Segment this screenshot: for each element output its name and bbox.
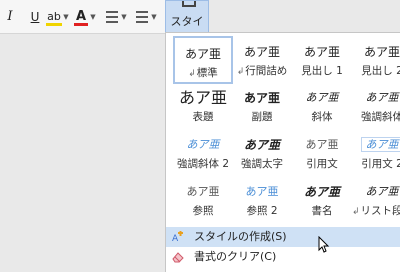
style-name: 参照 2 (246, 205, 278, 217)
font-color-button[interactable]: A (74, 8, 88, 26)
style-sample: あア亜 (243, 45, 280, 59)
style-tile-emphasis-italic[interactable]: あア亜 強調斜体 (352, 82, 400, 130)
bullet-list-icon[interactable] (104, 8, 120, 26)
font-color-dropdown-caret[interactable]: ▼ (90, 8, 96, 26)
style-tile-italic[interactable]: あア亜 斜体 (292, 82, 352, 130)
style-tile-heading-2[interactable]: あア亜 見出し 2 (352, 36, 400, 84)
highlight-button[interactable]: ab (46, 8, 62, 26)
style-sample: あア亜 (303, 185, 340, 199)
style-tile-quote-2[interactable]: あア亜 引用文 2 (352, 129, 400, 177)
style-sample: あア亜 (352, 134, 400, 156)
style-name: 見出し 1 (301, 65, 343, 77)
svg-text:A: A (172, 234, 179, 243)
highlight-color-bar (46, 23, 62, 26)
style-name: 強調斜体 2 (176, 158, 230, 170)
style-name: 引用文 2 (361, 158, 400, 170)
font-color-bar (74, 23, 88, 26)
styles-button[interactable]: スタイル (165, 0, 209, 44)
create-style-label: スタイルの作成(S) (194, 230, 287, 243)
style-tile-normal[interactable]: あア亜 ↲標準 (173, 36, 233, 84)
mouse-cursor-icon (318, 236, 330, 253)
italic-button[interactable]: I (3, 8, 17, 26)
style-name: ↲標準 (188, 67, 218, 79)
style-name: 表題 (192, 111, 214, 123)
font-color-icon: A (75, 9, 87, 24)
style-sample: あア亜 (365, 185, 399, 198)
style-sample: あア亜 (363, 45, 400, 59)
style-sample: あア亜 (303, 45, 340, 59)
style-sample: あア亜 (243, 138, 280, 152)
highlight-dropdown-caret[interactable]: ▼ (63, 8, 69, 26)
style-tile-list-paragraph[interactable]: あア亜 ↲リスト段落 (352, 176, 400, 224)
numbered-list-icon[interactable] (134, 8, 150, 26)
style-name: 斜体 (311, 111, 333, 123)
style-sample: あア亜 (186, 185, 220, 198)
style-gallery: あア亜 ↲標準 あア亜 ↲行間詰め あア亜 見出し 1 あア亜 見出し 2 あア… (165, 32, 400, 272)
bullet-list-dropdown-caret[interactable]: ▼ (121, 8, 127, 26)
style-name: 引用文 (306, 158, 338, 170)
style-tile-no-spacing[interactable]: あア亜 ↲行間詰め (232, 36, 292, 84)
style-sample: あア亜 (184, 47, 221, 61)
style-name: 副題 (251, 111, 273, 123)
style-name: ↲リスト段落 (352, 205, 400, 217)
create-style-icon: A (172, 231, 183, 243)
style-tile-emphasis-italic-2[interactable]: あア亜 強調斜体 2 (173, 129, 233, 177)
clear-formatting-label: 書式のクリア(C) (194, 250, 277, 263)
clear-formatting-menu-item[interactable]: 書式のクリア(C) (166, 247, 400, 267)
underline-button[interactable]: U (28, 8, 42, 26)
style-tile-quote[interactable]: あア亜 引用文 (292, 129, 352, 177)
style-name: 見出し 2 (361, 65, 400, 77)
style-name: 書名 (311, 205, 333, 217)
ribbon-font-group: I U ab ▼ A ▼ ▼ ▼ (0, 0, 170, 34)
style-tile-heading-1[interactable]: あア亜 見出し 1 (292, 36, 352, 84)
style-name: 参照 (192, 205, 214, 217)
highlight-icon: ab (47, 10, 61, 23)
styles-icon (182, 1, 196, 7)
style-sample: あア亜 (178, 88, 227, 107)
style-sample: あア亜 (245, 185, 279, 198)
style-tile-title[interactable]: あア亜 表題 (173, 82, 233, 130)
style-tile-book-title[interactable]: あア亜 書名 (292, 176, 352, 224)
style-sample: あア亜 (305, 138, 339, 151)
eraser-icon (172, 252, 184, 263)
style-sample: あア亜 (305, 91, 339, 104)
create-style-menu-item[interactable]: A スタイルの作成(S) (166, 227, 400, 247)
style-tile-subtitle[interactable]: あア亜 副題 (232, 82, 292, 130)
style-tile-reference-2[interactable]: あア亜 参照 2 (232, 176, 292, 224)
style-name: 強調斜体 (361, 111, 400, 123)
style-tile-reference[interactable]: あア亜 参照 (173, 176, 233, 224)
style-tile-strong[interactable]: あア亜 強調太字 (232, 129, 292, 177)
style-name: ↲行間詰め (236, 65, 288, 77)
style-name: 強調太字 (241, 158, 283, 170)
style-sample: あア亜 (365, 91, 399, 104)
style-sample: あア亜 (186, 138, 220, 151)
style-sample: あア亜 (243, 91, 280, 105)
numbered-list-dropdown-caret[interactable]: ▼ (151, 8, 157, 26)
